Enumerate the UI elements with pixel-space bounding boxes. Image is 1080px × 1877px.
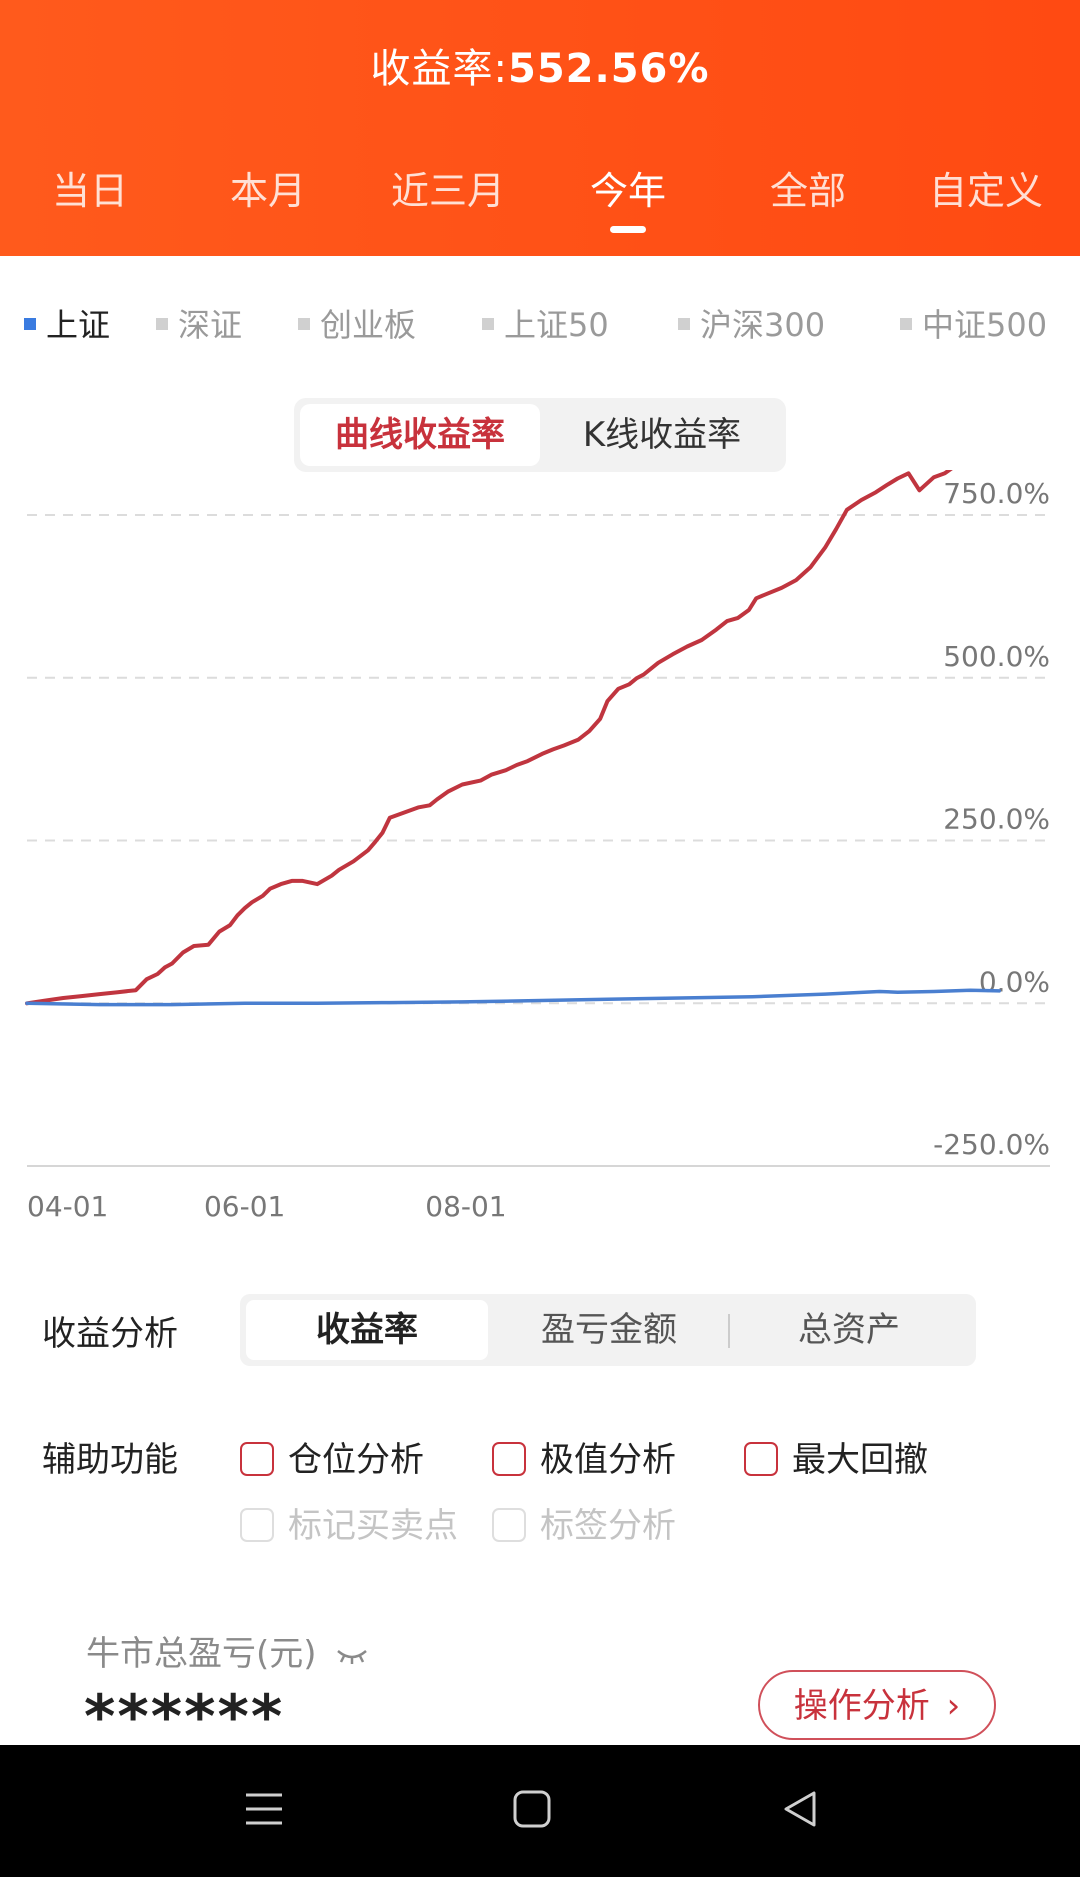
checkbox-label: 极值分析 (540, 1440, 676, 1480)
y-tick-label: 250.0% (943, 803, 1050, 836)
checkbox-box (240, 1507, 274, 1542)
tab-active-indicator (610, 226, 646, 233)
system-nav-bar (0, 1745, 1080, 1877)
y-tick-label: -250.0% (933, 1128, 1050, 1161)
index-label: 中证500 (922, 306, 1048, 344)
y-tick-label: 0.0% (979, 965, 1050, 998)
index-shenzhen[interactable]: 深证 (156, 300, 242, 346)
trade-markers-checkbox: 标记买卖点 (240, 1498, 458, 1547)
title-label: 收益率: (370, 46, 509, 92)
x-tick-label: 06-01 (204, 1190, 285, 1223)
checkbox-box (492, 1507, 526, 1542)
kline-return-button[interactable]: K线收益率 (544, 404, 780, 466)
page-title: 收益率:552.56% (0, 36, 1080, 94)
operation-analysis-label: 操作分析 (793, 1686, 930, 1726)
index-sse50[interactable]: 上证50 (482, 300, 609, 346)
index-shanghai[interactable]: 上证 (24, 300, 110, 346)
legend-square-icon (482, 318, 494, 330)
tab-today[interactable]: 当日 (0, 160, 180, 215)
tab-all[interactable]: 全部 (718, 160, 898, 215)
curve-return-button[interactable]: 曲线收益率 (300, 404, 540, 466)
tab-this-year[interactable]: 今年 (538, 160, 718, 233)
tab-this-year-label: 今年 (589, 169, 666, 213)
menu-icon[interactable] (244, 1791, 284, 1827)
index-label: 上证 (46, 306, 111, 344)
index-label: 上证50 (504, 306, 609, 344)
pnl-amount-button[interactable]: 盈亏金额 (488, 1300, 730, 1360)
total-assets-button[interactable]: 总资产 (728, 1300, 970, 1360)
index-csi500[interactable]: 中证500 (900, 300, 1047, 346)
checkbox-box (744, 1441, 778, 1476)
tag-analysis-checkbox: 标签分析 (492, 1498, 676, 1547)
position-analysis-checkbox[interactable]: 仓位分析 (240, 1432, 424, 1481)
checkbox-box (492, 1441, 526, 1476)
chevron-right-icon: › (946, 1686, 961, 1726)
bull-market-pnl-value: ****** (84, 1682, 285, 1752)
chart-mode-toggle: 曲线收益率 K线收益率 (294, 398, 786, 472)
index-csi300[interactable]: 沪深300 (678, 300, 825, 346)
max-drawdown-checkbox[interactable]: 最大回撤 (744, 1432, 928, 1481)
checkbox-label: 标记买卖点 (288, 1506, 458, 1546)
operation-analysis-button[interactable]: 操作分析 › (758, 1670, 996, 1740)
analysis-label: 收益分析 (42, 1314, 178, 1354)
x-tick-label: 04-01 (27, 1190, 108, 1223)
portfolio-return-line (25, 470, 953, 1006)
checkbox-label: 标签分析 (540, 1506, 676, 1546)
assist-label: 辅助功能 (42, 1440, 178, 1480)
tab-this-month[interactable]: 本月 (178, 160, 358, 215)
title-value: 552.56% (508, 46, 710, 92)
checkbox-label: 仓位分析 (288, 1440, 424, 1480)
index-selector: 上证 深证 创业板 上证50 沪深300 中证500 (0, 300, 1080, 350)
legend-square-icon (156, 318, 168, 330)
home-icon[interactable] (512, 1789, 552, 1829)
y-tick-label: 500.0% (943, 640, 1050, 673)
eye-closed-icon[interactable] (335, 1646, 369, 1666)
analysis-toggle: 收益率 盈亏金额 总资产 (240, 1294, 976, 1366)
tab-three-months[interactable]: 近三月 (358, 160, 538, 215)
bull-market-pnl-label: 牛市总盈亏(元) (86, 1626, 369, 1675)
index-label: 沪深300 (700, 306, 826, 344)
header: 收益率:552.56% 当日 本月 近三月 今年 全部 自定义 (0, 0, 1080, 256)
checkbox-label: 最大回撤 (792, 1440, 928, 1480)
index-label: 创业板 (320, 306, 417, 344)
back-icon[interactable] (780, 1789, 820, 1829)
x-tick-label: 08-01 (425, 1190, 506, 1223)
return-chart[interactable]: 750.0% 500.0% 250.0% 0.0% -250.0% 04-01 06-01 0… (0, 470, 1080, 1240)
period-tabs: 当日 本月 近三月 今年 全部 自定义 (0, 160, 1080, 233)
legend-square-icon (298, 318, 310, 330)
legend-square-icon (678, 318, 690, 330)
pnl-label-text: 牛市总盈亏(元) (86, 1634, 317, 1674)
legend-square-icon (24, 318, 36, 330)
checkbox-box (240, 1441, 274, 1476)
y-tick-label: 750.0% (943, 477, 1050, 510)
tab-custom[interactable]: 自定义 (896, 160, 1076, 215)
index-label: 深证 (178, 306, 243, 344)
extremum-analysis-checkbox[interactable]: 极值分析 (492, 1432, 676, 1481)
return-rate-button[interactable]: 收益率 (246, 1300, 488, 1360)
legend-square-icon (900, 318, 912, 330)
index-chinext[interactable]: 创业板 (298, 300, 416, 346)
